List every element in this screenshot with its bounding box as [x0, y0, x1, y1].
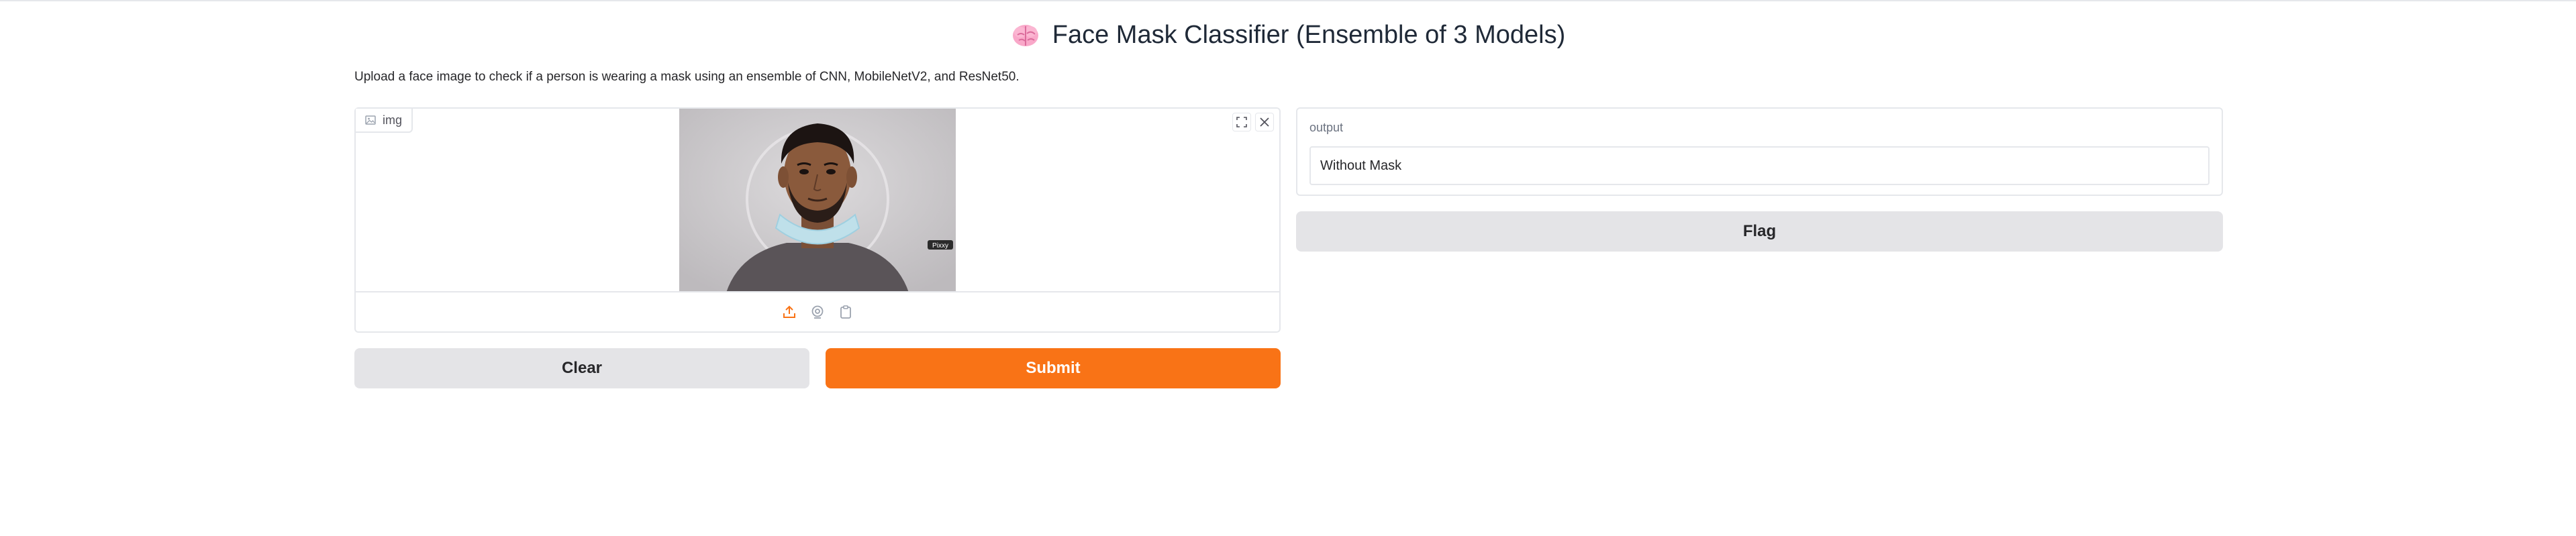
- app-description: Upload a face image to check if a person…: [354, 70, 1020, 84]
- brain-icon: [1012, 25, 1038, 46]
- upload-source-button[interactable]: [780, 303, 799, 321]
- image-label-text: img: [383, 113, 403, 127]
- image-icon: [365, 115, 376, 125]
- fullscreen-button[interactable]: [1232, 113, 1251, 131]
- image-input-label: img: [356, 109, 413, 133]
- image-toolbar: [1232, 113, 1274, 131]
- face-photo: Pixxy: [679, 109, 956, 292]
- clipboard-icon: [840, 305, 851, 319]
- image-source-selector: [356, 291, 1279, 331]
- watermark-text: Pixxy: [932, 242, 948, 250]
- clear-button[interactable]: Clear: [354, 348, 809, 388]
- top-divider: [0, 0, 2576, 1]
- upload-icon: [783, 305, 795, 318]
- clear-image-button[interactable]: [1255, 113, 1274, 131]
- output-panel: output Without Mask: [1296, 107, 2223, 196]
- output-textbox[interactable]: Without Mask: [1309, 146, 2210, 185]
- uploaded-image-preview: Pixxy: [679, 109, 956, 292]
- flag-button[interactable]: Flag: [1296, 211, 2223, 252]
- webcam-icon: [811, 305, 824, 319]
- output-label: output: [1309, 121, 1344, 134]
- close-icon: [1260, 117, 1269, 127]
- webcam-source-button[interactable]: [808, 303, 827, 321]
- title-text: Face Mask Classifier (Ensemble of 3 Mode…: [1052, 20, 1566, 49]
- fullscreen-icon: [1236, 117, 1247, 127]
- submit-button[interactable]: Submit: [826, 348, 1281, 388]
- image-input[interactable]: img Pixxy: [354, 107, 1281, 333]
- clipboard-source-button[interactable]: [836, 303, 855, 321]
- page-title: Face Mask Classifier (Ensemble of 3 Mode…: [0, 15, 2576, 55]
